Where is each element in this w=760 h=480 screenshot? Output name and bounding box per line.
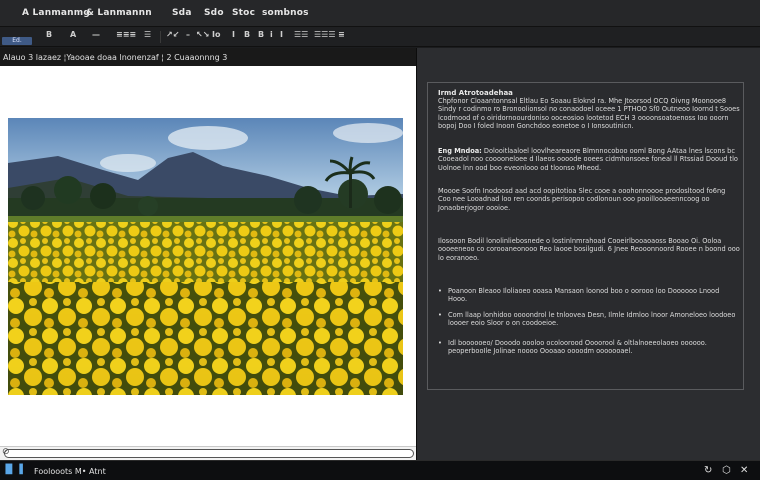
expand-icon[interactable]: ↖↘ xyxy=(196,30,209,39)
block-icon[interactable]: B xyxy=(258,30,264,39)
menu-bar: A Lanmanmg & Lanmannn Sda Sdo Stoc sombn… xyxy=(0,0,760,27)
bullets-icon[interactable]: ☰☰☰ xyxy=(314,30,336,39)
italic-icon[interactable]: I xyxy=(232,30,235,39)
minus-icon[interactable]: – xyxy=(186,30,190,39)
flower-field-image xyxy=(8,118,403,395)
flower-field-photo xyxy=(8,118,403,395)
menu-item-tools[interactable]: sombnos xyxy=(262,8,309,18)
bullet-item-3: Idl boooooeo/ Dooodo oooloo ocoloorood O… xyxy=(438,339,738,356)
cursor-icon[interactable]: I xyxy=(280,30,283,39)
paragraph-2-lead: Eng Mndoa: xyxy=(438,147,482,155)
tray-status-icon[interactable]: ⬡ xyxy=(722,465,731,476)
menu-item-view[interactable]: Sda xyxy=(172,8,192,18)
paragraph-4: Ilosooon Bodil lonolinliebosnede o losti… xyxy=(438,237,740,262)
menu-item-format[interactable]: Stoc xyxy=(232,8,255,18)
close-icon[interactable]: ✕ xyxy=(740,465,748,476)
insert-icon[interactable]: Io xyxy=(212,30,220,39)
document-page[interactable]: Irmd Atrotoadehaa Chpfonor Cloaantonnsal… xyxy=(427,82,744,390)
taskbar-app-label[interactable]: Foolooots M• Atnt xyxy=(34,467,106,476)
menu-item-file[interactable]: A Lanmanmg xyxy=(22,8,90,18)
image-pane-title: Alauo 3 lazaez ¦Yaooae doaa lnonenzaf ¦ … xyxy=(3,53,228,62)
align-icon[interactable]: ≡≡≡ xyxy=(116,30,136,39)
bold-icon[interactable]: B xyxy=(46,30,52,39)
paragraph-3: Moooe Soofn Inodoosd aad acd oopitotioa … xyxy=(438,187,726,212)
bullet-item-1: Poanoon Bleaoo Iloliaoeo ooasa Mansaon l… xyxy=(438,287,738,304)
resize-icon[interactable]: ↗↙ xyxy=(166,30,179,39)
image-pane: Alauo 3 lazaez ¦Yaooae doaa lnonenzaf ¦ … xyxy=(0,48,416,460)
dash-icon[interactable]: — xyxy=(92,30,100,39)
scrollbar-thumb[interactable] xyxy=(4,449,414,458)
menu-item-insert[interactable]: Sdo xyxy=(204,8,224,18)
font-color-icon[interactable]: A xyxy=(70,30,76,39)
list-icon[interactable]: ☰ xyxy=(144,30,151,39)
taskbar: ▐▌▐ Foolooots M• Atnt ↻ ⬡ ✕ xyxy=(0,460,760,480)
paragraph-1: Chpfonor Cloaantonnsal Eltlau Eo Soaau E… xyxy=(438,97,740,131)
document-heading: Irmd Atrotoadehaa xyxy=(438,89,513,97)
bold-alt-icon[interactable]: B xyxy=(244,30,250,39)
start-icon[interactable]: ▐▌▐ xyxy=(2,465,23,475)
mode-tag[interactable]: Ed. xyxy=(2,37,32,45)
bullet-item-2: Com llaap lonhidoo oooondrol le tnloovea… xyxy=(438,311,738,328)
menu-icon[interactable]: ≡ xyxy=(338,30,345,39)
paragraph-2-text: Dolooitlaaloel loovlheareaore Blmnnocobo… xyxy=(438,147,738,172)
menu-item-edit[interactable]: & Lanmannn xyxy=(86,8,152,18)
paragraph-2: Eng Mndoa: Dolooitlaaloel loovlheareaore… xyxy=(438,147,740,172)
horizontal-scrollbar[interactable]: ⊘ xyxy=(0,446,416,460)
refresh-icon[interactable]: ↻ xyxy=(704,465,712,476)
toolbar: Ed. B A — ≡≡≡ ☰ ↗↙ – ↖↘ Io I B B i I ☰☰ … xyxy=(0,27,760,47)
paragraph-icon[interactable]: ☰☰ xyxy=(294,30,308,39)
scroll-left-icon[interactable]: ⊘ xyxy=(2,447,10,457)
toolbar-divider xyxy=(160,31,161,43)
document-pane: Irmd Atrotoadehaa Chpfonor Cloaantonnsal… xyxy=(417,48,760,460)
emphasis-icon[interactable]: i xyxy=(270,30,273,39)
image-pane-header: Alauo 3 lazaez ¦Yaooae doaa lnonenzaf ¦ … xyxy=(0,48,416,66)
